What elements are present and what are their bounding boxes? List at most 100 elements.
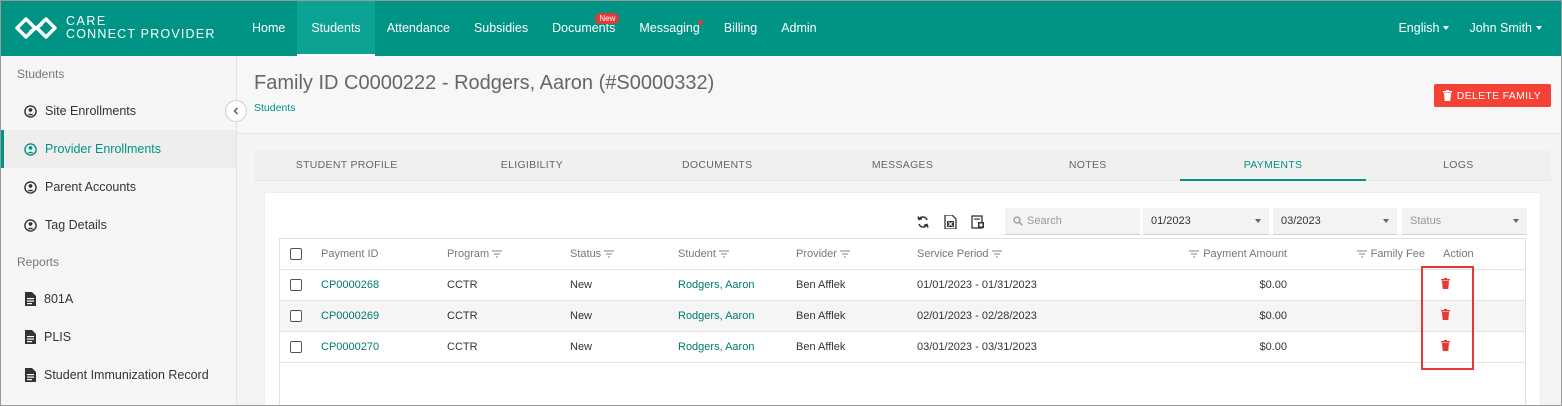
sidebar-item-site-enrollments[interactable]: Site Enrollments (0, 92, 236, 130)
payment-id-link[interactable]: CP0000268 (321, 270, 379, 300)
nav-students[interactable]: Students (297, 0, 376, 56)
nav-messaging[interactable]: Messaging (627, 0, 711, 56)
header-service-period[interactable]: Service Period (917, 239, 1002, 269)
sidebar-collapse-button[interactable] (225, 100, 247, 122)
print-preview-icon[interactable] (971, 215, 985, 229)
filter-icon[interactable] (718, 250, 729, 258)
service-period-cell: 01/01/2023 - 01/31/2023 (917, 279, 1037, 291)
header-student[interactable]: Student (678, 239, 729, 269)
sidebar-item-plis[interactable]: PLIS (0, 318, 236, 356)
student-link[interactable]: Rodgers, Aaron (678, 332, 754, 362)
header-service-period-label: Service Period (917, 248, 989, 260)
sidebar-item-parent-accounts[interactable]: Parent Accounts (0, 168, 236, 206)
delete-family-label: DELETE FAMILY (1456, 89, 1541, 102)
caret-down-icon (1536, 26, 1542, 30)
header-family-fee-label: Family Fee (1370, 248, 1425, 260)
tab-documents[interactable]: DOCUMENTS (625, 150, 810, 180)
trash-icon (1442, 90, 1452, 101)
tab-eligibility[interactable]: ELIGIBILITY (439, 150, 624, 180)
filter-icon[interactable] (991, 250, 1002, 258)
sidebar-item-label: PLIS (44, 330, 72, 344)
nav-admin[interactable]: Admin (769, 0, 828, 56)
payments-card: 01/2023 03/2023 Status Payment ID Progra… (265, 193, 1540, 406)
nav-attendance[interactable]: Attendance (375, 0, 462, 56)
nav-home[interactable]: Home (244, 0, 297, 56)
nav-documents[interactable]: Documents New (540, 0, 627, 56)
sidebar-item-provider-enrollments[interactable]: Provider Enrollments (0, 130, 236, 168)
payment-id-link[interactable]: CP0000269 (321, 301, 379, 331)
from-month-select[interactable]: 01/2023 (1143, 208, 1269, 235)
sidebar-item-label: Student Immunization Record (44, 368, 209, 382)
student-link[interactable]: Rodgers, Aaron (678, 301, 754, 331)
payment-amount-cell: $0.00 (1259, 279, 1287, 291)
user-name: John Smith (1469, 21, 1532, 35)
sidebar: Students Site Enrollments Provider Enrol… (0, 56, 237, 406)
export-excel-icon[interactable] (944, 215, 958, 229)
header-family-fee[interactable]: Family Fee (1356, 239, 1425, 269)
user-menu[interactable]: John Smith (1459, 0, 1552, 56)
refresh-icon[interactable] (916, 215, 930, 229)
row-checkbox[interactable] (290, 341, 302, 353)
sidebar-item-label: Tag Details (45, 218, 107, 232)
delete-row-trash-icon[interactable] (1441, 309, 1450, 320)
sidebar-item-student-immunization-record[interactable]: Student Immunization Record (0, 356, 236, 394)
tab-notes[interactable]: NOTES (995, 150, 1180, 180)
service-period-cell: 02/01/2023 - 02/28/2023 (917, 310, 1037, 322)
language-dropdown[interactable]: English (1388, 0, 1459, 56)
delete-family-button[interactable]: DELETE FAMILY (1433, 84, 1551, 107)
notification-dot (697, 20, 703, 25)
tab-logs[interactable]: LOGS (1366, 150, 1551, 180)
page-title: Family ID C0000222 - Rodgers, Aaron (#S0… (254, 72, 715, 94)
header-program[interactable]: Program (447, 239, 503, 269)
row-checkbox[interactable] (290, 310, 302, 322)
nav-billing[interactable]: Billing (712, 0, 769, 56)
breadcrumb-students[interactable]: Students (254, 102, 295, 114)
table-header-row: Payment ID Program Status Student Provid… (280, 239, 1525, 270)
sidebar-item-label: Site Enrollments (45, 104, 137, 118)
tab-student-profile[interactable]: STUDENT PROFILE (254, 150, 439, 180)
status-select[interactable]: Status (1402, 208, 1527, 235)
provider-cell: Ben Afflek (796, 310, 846, 322)
program-cell: CCTR (447, 279, 478, 291)
to-month-select[interactable]: 03/2023 (1273, 208, 1397, 235)
payment-id-link[interactable]: CP0000270 (321, 332, 379, 362)
header-payment-amount[interactable]: Payment Amount (1189, 239, 1287, 269)
app-logo[interactable]: CARE CONNECT PROVIDER (14, 15, 242, 41)
search-field (1005, 208, 1140, 235)
document-icon (25, 292, 36, 306)
search-input[interactable] (1027, 215, 1137, 227)
select-all-checkbox[interactable] (290, 248, 302, 260)
tab-payments[interactable]: PAYMENTS (1180, 150, 1366, 181)
status-placeholder: Status (1410, 215, 1442, 227)
program-cell: CCTR (447, 341, 478, 353)
document-icon (25, 368, 36, 382)
caret-down-icon (1383, 219, 1389, 223)
table-row: CP0000269 CCTR New Rodgers, Aaron Ben Af… (280, 301, 1525, 332)
filter-icon[interactable] (839, 250, 850, 258)
filter-icon[interactable] (1356, 250, 1367, 258)
student-link[interactable]: Rodgers, Aaron (678, 270, 754, 300)
service-period-cell: 03/01/2023 - 03/31/2023 (917, 341, 1037, 353)
delete-row-trash-icon[interactable] (1441, 278, 1450, 289)
family-tabs: STUDENT PROFILE ELIGIBILITY DOCUMENTS ME… (254, 150, 1551, 181)
status-cell: New (570, 341, 593, 353)
nav-subsidies[interactable]: Subsidies (462, 0, 540, 56)
tab-messages[interactable]: MESSAGES (810, 150, 995, 180)
sidebar-item-label: Provider Enrollments (45, 142, 162, 156)
caret-down-icon (1513, 219, 1519, 223)
filter-icon[interactable] (1189, 250, 1200, 258)
header-provider[interactable]: Provider (796, 239, 850, 269)
nav-students-label: Students (311, 21, 361, 35)
delete-row-trash-icon[interactable] (1441, 340, 1450, 351)
table-row: CP0000270 CCTR New Rodgers, Aaron Ben Af… (280, 332, 1525, 363)
header-status-label: Status (570, 248, 602, 260)
header-status[interactable]: Status (570, 239, 615, 269)
filter-icon[interactable] (604, 250, 615, 258)
filter-icon[interactable] (492, 250, 503, 258)
person-circle-icon (24, 218, 37, 232)
sidebar-item-801a[interactable]: 801A (0, 280, 236, 318)
sidebar-item-tag-details[interactable]: Tag Details (0, 206, 236, 244)
chevron-left-icon (233, 107, 238, 115)
header-payment-id[interactable]: Payment ID (321, 239, 378, 269)
row-checkbox[interactable] (290, 279, 302, 291)
